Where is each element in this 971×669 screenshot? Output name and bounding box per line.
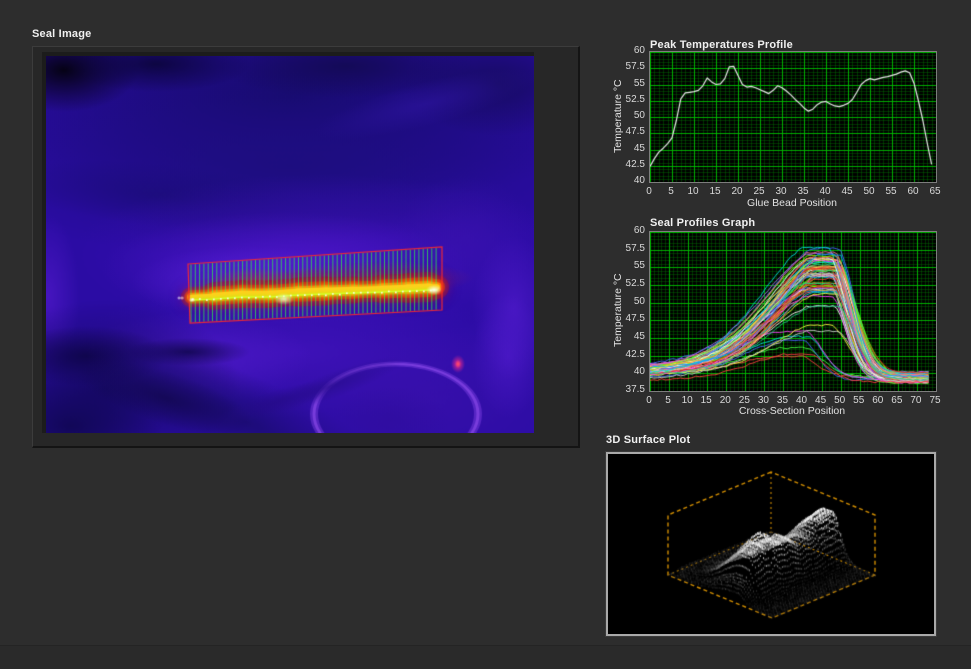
seal-image-inner-bevel [42,52,534,433]
surface-plot-title: 3D Surface Plot [606,434,690,446]
y-tick-label: 47.5 [605,313,645,324]
y-tick-label: 50 [605,110,645,121]
seal-image-label: Seal Image [32,28,91,40]
y-tick-label: 47.5 [605,126,645,137]
thermal-image-display[interactable] [46,56,534,433]
seal-image-frame [32,46,580,448]
peak-temperatures-graph [649,51,937,183]
y-tick-label: 42.5 [605,349,645,360]
y-tick-label: 52.5 [605,94,645,105]
front-panel: Seal Image Peak Temperatures Profile Tem… [0,0,971,669]
y-tick-label: 55 [605,260,645,271]
x-tick-label: 65 [920,186,950,197]
y-tick-label: 42.5 [605,159,645,170]
surface-plot-frame [606,452,936,636]
y-tick-label: 40 [605,175,645,186]
y-tick-label: 40 [605,366,645,377]
seal-profiles-graph [649,231,937,392]
y-tick-label: 45 [605,143,645,154]
y-tick-label: 60 [605,225,645,236]
peak-chart-title: Peak Temperatures Profile [650,39,793,51]
y-tick-label: 55 [605,78,645,89]
y-tick-label: 57.5 [605,243,645,254]
y-tick-label: 50 [605,296,645,307]
y-tick-label: 52.5 [605,278,645,289]
surface-plot-display [608,454,934,634]
y-tick-label: 45 [605,331,645,342]
y-tick-label: 60 [605,45,645,56]
profiles-chart-xlabel: Cross-Section Position [649,405,935,417]
y-tick-label: 37.5 [605,384,645,395]
window-bottom-strip [0,645,971,669]
x-tick-label: 75 [920,395,950,406]
peak-chart-xlabel: Glue Bead Position [649,197,935,209]
y-tick-label: 57.5 [605,61,645,72]
profiles-chart-title: Seal Profiles Graph [650,217,755,229]
